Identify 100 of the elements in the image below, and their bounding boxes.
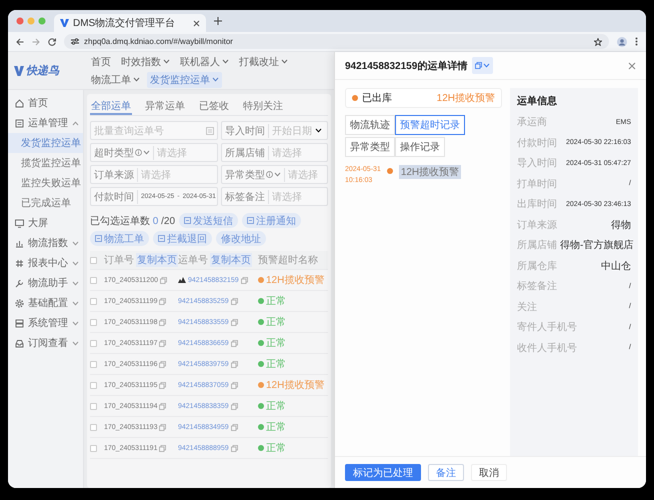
checkbox[interactable] — [90, 402, 97, 410]
action-button[interactable]: 修改地址 — [216, 231, 266, 246]
copy-icon[interactable] — [160, 276, 167, 284]
menu-icon[interactable] — [635, 37, 638, 46]
checkbox[interactable] — [90, 276, 97, 284]
copy-icon[interactable] — [159, 382, 166, 388]
profile-icon[interactable] — [617, 36, 627, 46]
info-label: 寄件人手机号 — [517, 320, 577, 334]
address-field[interactable]: zhpq0a.dmq.kdniao.com/#/waybill/monitor — [64, 34, 609, 49]
sidebar-item[interactable]: 报表中心 — [8, 253, 83, 273]
window-controls-icon[interactable] — [16, 17, 46, 25]
nav-item[interactable]: 发货监控运单 — [147, 72, 222, 88]
copy-icon[interactable] — [240, 276, 248, 284]
copy-icon[interactable] — [230, 382, 238, 388]
action-button[interactable]: 发送短信 — [179, 213, 238, 228]
action-button[interactable]: 拦截退回 — [153, 231, 212, 246]
star-icon[interactable] — [594, 38, 602, 46]
tab[interactable]: 异常运单 — [144, 96, 186, 115]
select-field[interactable]: 订单来源 请选择 — [90, 165, 218, 184]
copy-page-tag[interactable]: 复制本页 — [136, 253, 178, 267]
sidebar-subitem[interactable]: 已完成运单 — [8, 193, 83, 213]
sidebar-subitem[interactable]: 发货监控运单 — [8, 133, 83, 153]
event-tag: 12H揽收预警 — [398, 165, 462, 179]
tab[interactable]: 已签收 — [198, 96, 230, 115]
status-text: 12H揽收预警 — [266, 274, 324, 287]
checkbox[interactable] — [90, 298, 97, 304]
copy-icon[interactable] — [230, 298, 238, 304]
copy-icon[interactable] — [159, 340, 166, 346]
nav-item[interactable]: 打截改址 — [236, 54, 291, 70]
checkbox[interactable] — [90, 318, 97, 326]
back-icon[interactable] — [16, 38, 24, 46]
copy-icon[interactable] — [159, 402, 166, 410]
tab[interactable]: 异常类型 — [345, 137, 395, 157]
checkbox[interactable] — [90, 340, 97, 346]
copy-icon[interactable] — [159, 444, 166, 452]
site-settings-icon[interactable] — [71, 38, 79, 45]
close-icon[interactable] — [193, 20, 200, 26]
copy-icon[interactable] — [230, 424, 238, 430]
tab[interactable]: 物流轨迹 — [345, 115, 395, 135]
select-field[interactable]: 标签备注 请选择 — [221, 187, 328, 206]
sidebar-item[interactable]: 订阅查看 — [8, 333, 83, 353]
copy-dropdown-button[interactable] — [472, 57, 494, 74]
copy-icon[interactable] — [230, 318, 238, 326]
checkbox[interactable] — [90, 424, 97, 430]
tab[interactable]: 预警超时记录 — [395, 115, 465, 135]
sidebar-item[interactable]: 运单管理 — [8, 113, 83, 133]
close-icon[interactable] — [628, 62, 636, 70]
copy-icon[interactable] — [159, 424, 166, 430]
nav-item[interactable]: 首页 — [88, 54, 114, 70]
browser-tab[interactable]: DMS物流交付管理平台 — [54, 14, 206, 32]
drawer-title: 9421458832159的运单详情 — [345, 59, 468, 72]
select-field[interactable]: 所属店铺 请选择 — [221, 143, 328, 162]
logo-text: 快递鸟 — [26, 64, 59, 78]
action-button[interactable]: 物流工单 — [90, 231, 149, 246]
reload-icon[interactable] — [48, 38, 56, 46]
copy-icon[interactable] — [159, 360, 166, 368]
checkbox[interactable] — [90, 360, 97, 368]
select-field[interactable]: 异常类型 请选择 — [221, 165, 328, 184]
tab[interactable]: 特别关注 — [242, 96, 284, 115]
checkbox[interactable] — [90, 256, 97, 264]
sidebar-item[interactable]: 系统管理 — [8, 313, 83, 333]
copy-icon[interactable] — [230, 340, 238, 346]
sidebar-subitem[interactable]: 揽货监控运单 — [8, 153, 83, 173]
gear-icon — [15, 298, 24, 308]
sidebar-subitem[interactable]: 监控失败运单 — [8, 173, 83, 193]
forward-icon[interactable] — [32, 38, 40, 46]
mark-handled-button[interactable]: 标记为已处理 — [345, 464, 421, 481]
sidebar-item[interactable]: 物流指数 — [8, 233, 83, 253]
checkbox[interactable] — [90, 382, 97, 388]
copy-icon[interactable] — [230, 402, 238, 410]
copy-icon[interactable] — [159, 318, 166, 326]
list-icon[interactable] — [206, 126, 214, 134]
info-title: 运单信息 — [517, 94, 558, 108]
sidebar-item[interactable]: 物流助手 — [8, 273, 83, 293]
copy-icon[interactable] — [230, 444, 238, 452]
cancel-button[interactable]: 取消 — [471, 464, 507, 481]
action-button[interactable]: 注册通知 — [242, 213, 302, 228]
tab[interactable]: 操作记录 — [395, 137, 445, 157]
tool-icon — [15, 278, 24, 288]
select-field[interactable]: 超时类型 请选择 — [90, 143, 218, 162]
plus-icon[interactable] — [214, 17, 222, 25]
note-button[interactable]: 备注 — [428, 464, 464, 481]
logo-icon — [14, 66, 24, 76]
nav-item[interactable]: 联机器人 — [177, 54, 232, 70]
nav-item[interactable]: 时效指数 — [118, 54, 173, 70]
server-icon — [15, 318, 24, 328]
copy-icon[interactable] — [159, 298, 166, 304]
copy-icon[interactable] — [230, 360, 238, 368]
sidebar-item[interactable]: 首页 — [8, 93, 83, 113]
copy-page-tag[interactable]: 复制本页 — [210, 253, 252, 267]
tab[interactable]: 全部运单 — [90, 96, 132, 115]
column-header: 订单号 — [104, 254, 134, 267]
date-range-field[interactable]: 导入时间 开始日期 — [221, 121, 328, 140]
status-text: 正常 — [266, 358, 286, 371]
sidebar-item[interactable]: 大屏 — [8, 213, 83, 233]
nav-item[interactable]: 物流工单 — [88, 72, 143, 88]
checkbox[interactable] — [90, 444, 97, 452]
status-text: 正常 — [266, 336, 286, 350]
sidebar-item[interactable]: 基础配置 — [8, 293, 83, 313]
status-text: 正常 — [266, 294, 286, 308]
